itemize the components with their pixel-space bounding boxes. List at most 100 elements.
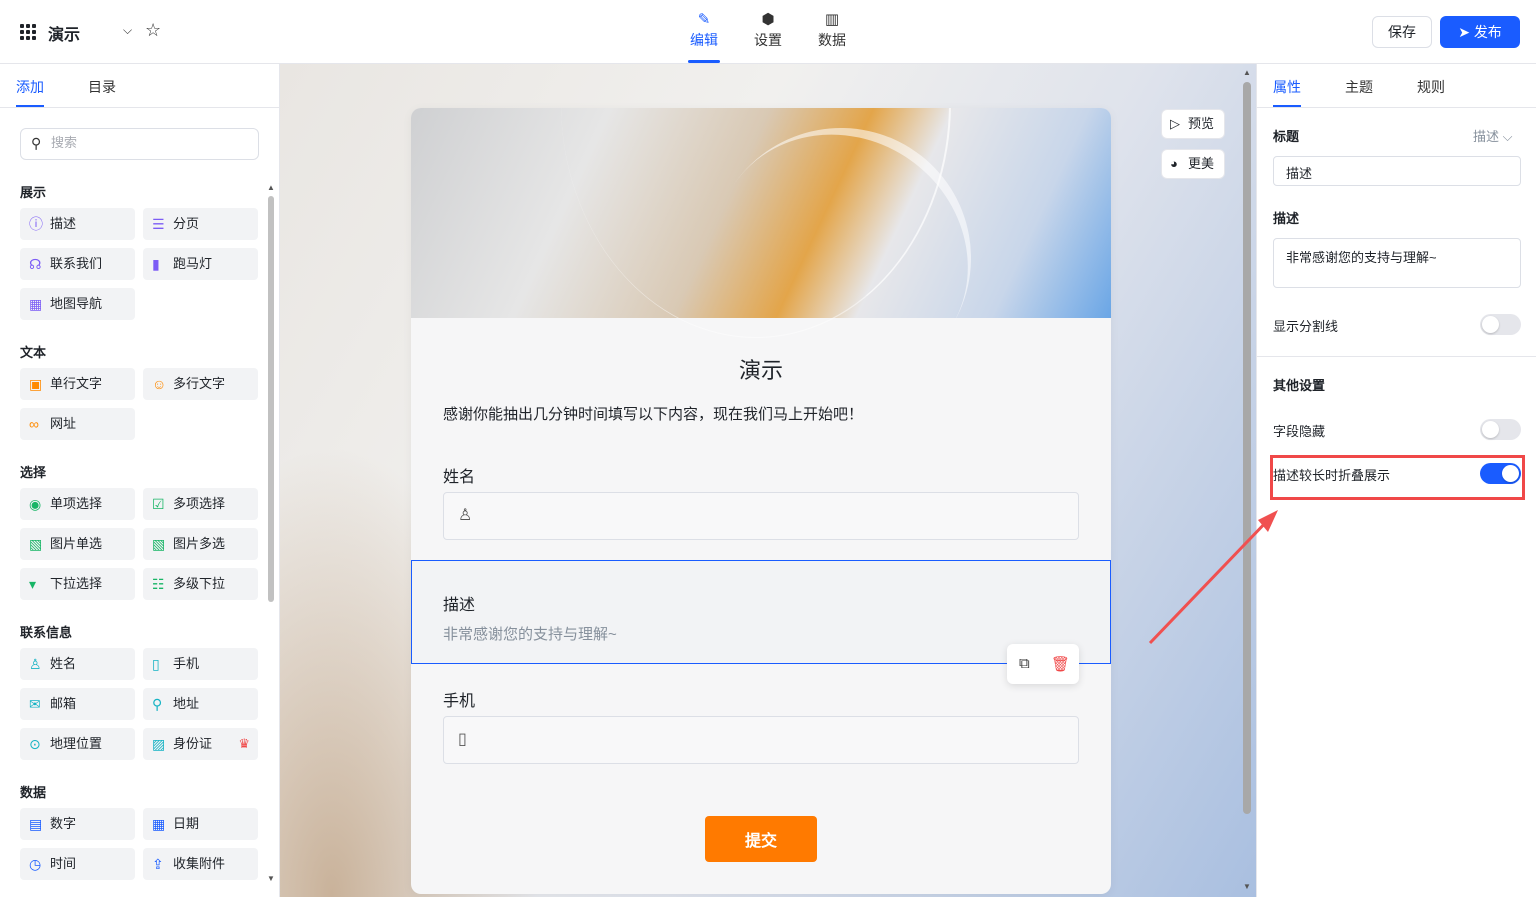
divider (1257, 356, 1536, 357)
form-name[interactable]: 演示 (48, 21, 80, 45)
component-address[interactable]: ⚲ 地址 (143, 688, 258, 720)
copy-icon[interactable]: ⧉ (1019, 655, 1030, 672)
component-number[interactable]: ▤ 数字 (20, 808, 135, 840)
bar-chart-icon: ▥ (824, 11, 840, 28)
title-type-select[interactable]: 描述 ⌵ (1473, 126, 1513, 145)
preview-button[interactable]: ▷ 预览 (1161, 109, 1225, 139)
component-single-choice[interactable]: ◉ 单项选择 (20, 488, 135, 520)
dropdown-icon: ▾ (29, 576, 37, 592)
scroll-up-arrow[interactable]: ▲ (267, 183, 275, 192)
scroll-down-arrow[interactable]: ▼ (267, 874, 275, 883)
right-tab-indicator (1273, 105, 1301, 107)
form-intro[interactable]: 感谢你能抽出几分钟时间填写以下内容，现在我们马上开始吧！ (443, 403, 863, 424)
search-box[interactable]: ⚲ (20, 128, 259, 160)
component-image-multi[interactable]: ▧ 图片多选 (143, 528, 258, 560)
component-location[interactable]: ⊙ 地理位置 (20, 728, 135, 760)
tab-edit[interactable]: ✎ 编辑 (684, 10, 724, 50)
image-icon: ▧ (29, 536, 43, 552)
tab-rules[interactable]: 规则 (1417, 77, 1445, 97)
phone-field-label[interactable]: 手机 (443, 687, 475, 711)
star-icon[interactable]: ☆ (145, 20, 161, 41)
component-id-card[interactable]: ▨ 身份证 ♛ (143, 728, 258, 760)
tab-catalog[interactable]: 目录 (88, 77, 116, 97)
component-attachment[interactable]: ⇪ 收集附件 (143, 848, 258, 880)
toggle-knob (1482, 316, 1499, 333)
description-textarea[interactable]: 非常感谢您的支持与理解~ (1273, 238, 1521, 288)
left-tabs: 添加 目录 (0, 64, 279, 108)
chevron-down-icon[interactable]: ⌵ (123, 23, 132, 38)
beautify-button[interactable]: ◕ 更美 (1161, 149, 1225, 179)
title-input[interactable]: 描述 (1273, 156, 1521, 186)
show-divider-toggle[interactable] (1480, 314, 1521, 335)
top-bar: 演示 ⌵ ☆ ✎ 编辑 ⬢ 设置 ▥ 数据 保存 ➤ 发布 (0, 0, 1536, 64)
other-settings-label: 其他设置 (1273, 378, 1326, 393)
active-tab-indicator (688, 60, 720, 63)
checkbox-icon: ☑ (152, 496, 165, 512)
component-phone[interactable]: ▯ 手机 (143, 648, 258, 680)
gear-icon: ⬢ (761, 11, 775, 28)
user-icon: ♙ (458, 507, 473, 524)
canvas-scroll-up[interactable]: ▲ (1243, 68, 1251, 77)
annotation-highlight-box (1270, 455, 1525, 500)
form-title[interactable]: 演示 (411, 353, 1111, 385)
component-dropdown[interactable]: ▾ 下拉选择 (20, 568, 135, 600)
radio-icon: ◉ (29, 496, 42, 512)
tab-data[interactable]: ▥ 数据 (812, 10, 852, 50)
search-icon: ⚲ (31, 135, 42, 151)
hide-field-toggle[interactable] (1480, 419, 1521, 440)
publish-button[interactable]: ➤ 发布 (1440, 16, 1520, 48)
description-block-selected[interactable]: 描述 非常感谢您的支持与理解~ (411, 560, 1111, 664)
trash-icon[interactable]: 🗑 (1051, 655, 1070, 673)
search-input[interactable] (51, 135, 251, 150)
submit-button[interactable]: 提交 (705, 816, 817, 862)
component-time[interactable]: ◷ 时间 (20, 848, 135, 880)
show-divider-label: 显示分割线 (1273, 319, 1339, 334)
form-banner (411, 108, 1111, 440)
user-icon: ♙ (29, 656, 42, 672)
component-multi-line[interactable]: ☺ 多行文字 (143, 368, 258, 400)
tab-properties[interactable]: 属性 (1273, 77, 1301, 97)
component-name[interactable]: ♙ 姓名 (20, 648, 135, 680)
component-map-nav[interactable]: ▦ 地图导航 (20, 288, 135, 320)
component-contact-us[interactable]: ☊ 联系我们 (20, 248, 135, 280)
tab-settings-label: 设置 (754, 32, 782, 48)
page-break-icon: ☰ (152, 216, 165, 232)
tab-settings[interactable]: ⬢ 设置 (748, 10, 788, 50)
cascade-icon: ☷ (152, 576, 165, 592)
annotation-arrow-icon (1148, 510, 1278, 645)
component-url[interactable]: ∞ 网址 (20, 408, 135, 440)
number-icon: ▤ (29, 816, 43, 832)
component-date[interactable]: ▦ 日期 (143, 808, 258, 840)
form-card: 演示 感谢你能抽出几分钟时间填写以下内容，现在我们马上开始吧！ 姓名 ♙ 描述 … (411, 108, 1111, 894)
canvas-scroll-down[interactable]: ▼ (1243, 882, 1251, 891)
name-field-input[interactable]: ♙ (443, 492, 1079, 540)
calendar-icon: ▦ (152, 816, 166, 832)
component-image-single[interactable]: ▧ 图片单选 (20, 528, 135, 560)
component-description[interactable]: ⓘ 描述 (20, 208, 135, 240)
mail-icon: ✉ (29, 696, 41, 712)
section-title-contact: 联系信息 (20, 625, 73, 640)
component-single-line[interactable]: ▣ 单行文字 (20, 368, 135, 400)
save-button[interactable]: 保存 (1372, 16, 1432, 48)
component-cascade-dropdown[interactable]: ☷ 多级下拉 (143, 568, 258, 600)
component-pagination[interactable]: ☰ 分页 (143, 208, 258, 240)
tab-theme[interactable]: 主题 (1345, 77, 1373, 97)
name-field-label[interactable]: 姓名 (443, 463, 475, 487)
map-icon: ▦ (29, 296, 43, 312)
tab-add[interactable]: 添加 (16, 77, 44, 97)
image-multi-icon: ▧ (152, 536, 166, 552)
palette-icon: ◕ (1170, 156, 1178, 171)
link-icon: ∞ (29, 416, 39, 432)
phone-field-input[interactable]: ▯ (443, 716, 1079, 764)
component-email[interactable]: ✉ 邮箱 (20, 688, 135, 720)
left-scrollbar[interactable] (268, 196, 274, 602)
upload-icon: ⇪ (152, 856, 164, 872)
canvas-scrollbar[interactable] (1243, 82, 1251, 814)
left-tab-indicator (16, 105, 44, 107)
info-icon: ⓘ (29, 216, 43, 232)
component-marquee[interactable]: ▮ 跑马灯 (143, 248, 258, 280)
tab-edit-label: 编辑 (690, 32, 718, 48)
component-multi-choice[interactable]: ☑ 多项选择 (143, 488, 258, 520)
apps-grid-icon[interactable] (20, 24, 36, 40)
location-icon: ⊙ (29, 736, 41, 752)
